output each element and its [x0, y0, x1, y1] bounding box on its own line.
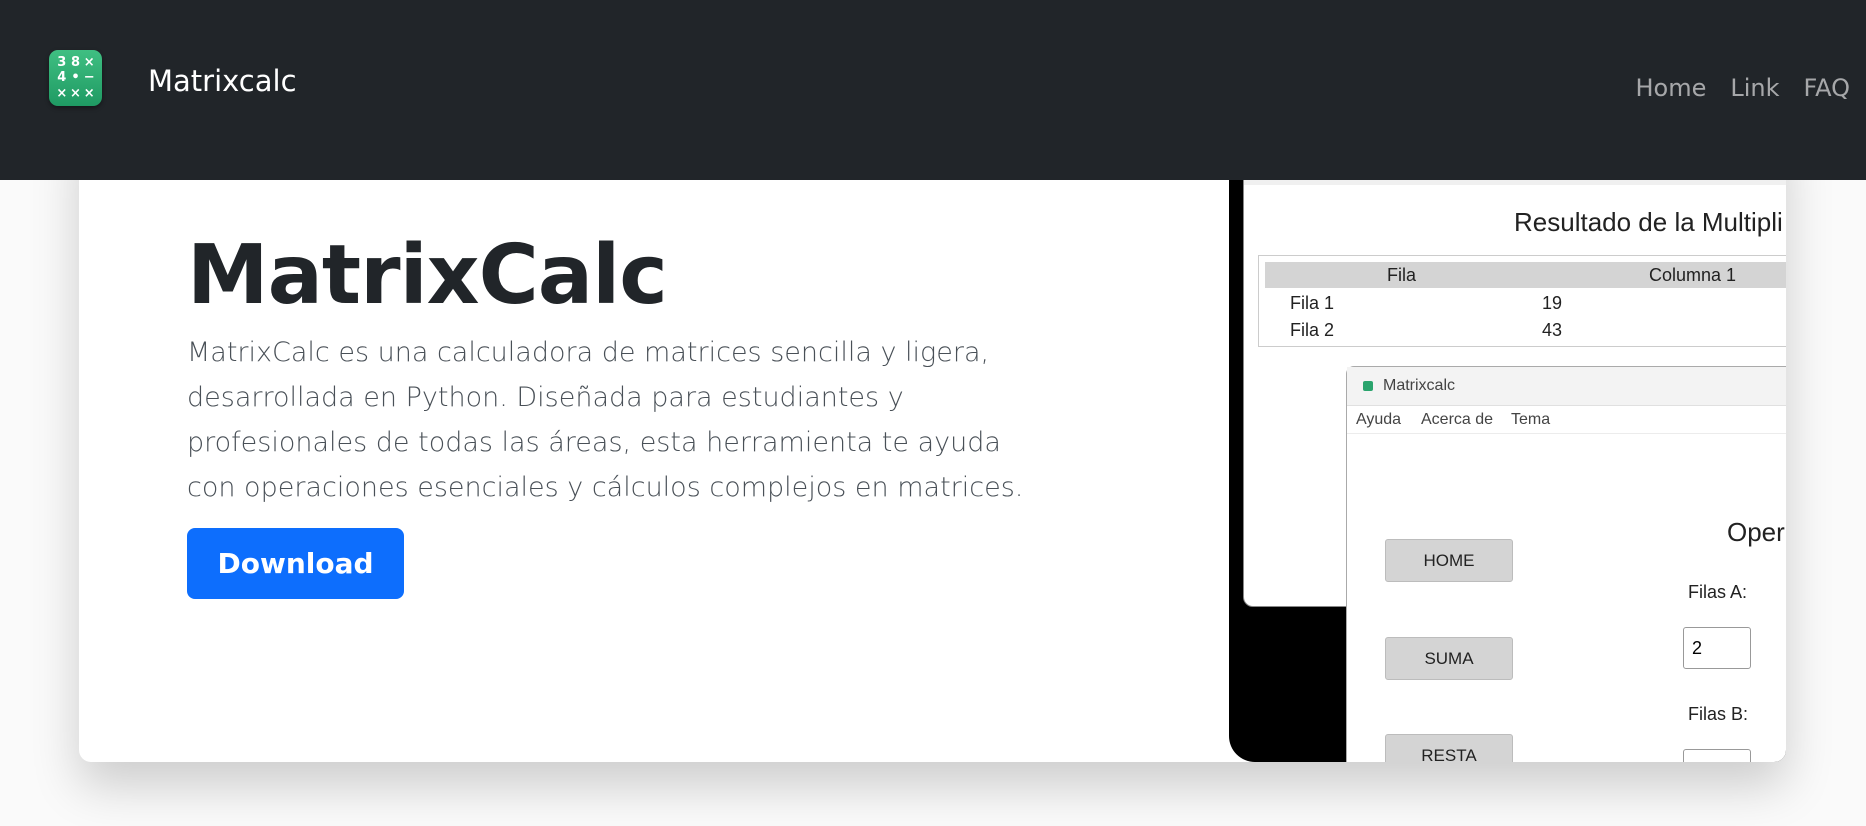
hero-description: MatrixCalc es una calculadora de matrice… [187, 337, 1024, 503]
app-window-titlebar: Matrixcalc [1347, 367, 1786, 406]
result-table: Fila Columna 1 Fila 1 19 Fila 2 43 [1258, 255, 1786, 347]
nav-link-link[interactable]: Link [1730, 74, 1779, 102]
app-menubar: Ayuda Acerca de Tema [1347, 405, 1786, 434]
menu-acerca-de[interactable]: Acerca de [1421, 411, 1493, 429]
row-label-fila-1: Fila 1 [1290, 293, 1335, 313]
nav-link-home[interactable]: Home [1635, 74, 1706, 102]
row-label-fila-2: Fila 2 [1290, 320, 1335, 340]
result-title: Resultado de la Multipli [1514, 207, 1783, 237]
brand-link[interactable]: Matrixcalc [148, 64, 297, 98]
filas-b-input[interactable] [1683, 749, 1751, 762]
row-value-fila-1: 19 [1542, 293, 1563, 313]
menu-ayuda[interactable]: Ayuda [1356, 411, 1401, 429]
app-window: Matrixcalc Ayuda Acerca de Tema HOME SUM… [1346, 366, 1786, 762]
column-header-columna-1: Columna 1 [1649, 265, 1737, 285]
app-screenshot: Resultado de la Multipli Fila Columna 1 … [1229, 120, 1786, 762]
home-button[interactable]: HOME [1385, 539, 1513, 582]
app-icon [1363, 381, 1373, 391]
suma-button[interactable]: SUMA [1385, 637, 1513, 680]
nav-links: Home Link FAQ [1611, 74, 1850, 102]
nav-link-faq[interactable]: FAQ [1804, 74, 1851, 102]
navbar: 3 8 × 4 • − × × × Matrixcalc Home Link F… [0, 0, 1866, 180]
hero-card: MatrixCalc MatrixCalc es una calculadora… [79, 120, 1786, 762]
filas-a-label: Filas A: [1688, 582, 1748, 602]
column-header-fila: Fila [1387, 265, 1417, 285]
operations-title: Oper [1727, 517, 1785, 547]
menu-tema[interactable]: Tema [1511, 411, 1550, 429]
row-value-fila-2: 43 [1542, 320, 1563, 340]
app-window-title: Matrixcalc [1383, 377, 1456, 394]
matrixcalc-logo-icon[interactable]: 3 8 × 4 • − × × × [49, 50, 102, 106]
filas-a-input[interactable] [1683, 627, 1751, 669]
resta-button[interactable]: RESTA [1385, 734, 1513, 762]
hero-title: MatrixCalc [187, 228, 668, 323]
download-button[interactable]: Download [187, 528, 404, 599]
filas-b-label: Filas B: [1688, 704, 1749, 724]
